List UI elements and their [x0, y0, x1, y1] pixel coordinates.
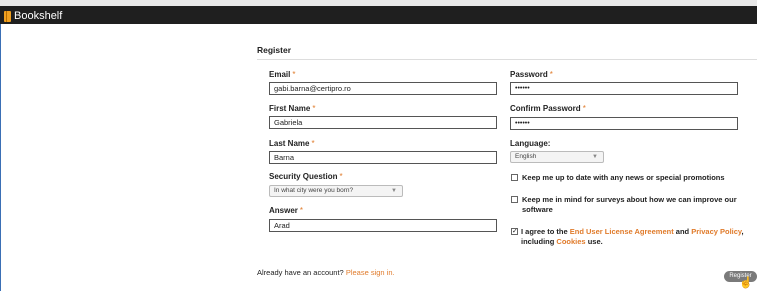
divider: [257, 59, 757, 60]
signin-prompt: Already have an account? Please sign in.: [257, 268, 395, 277]
password-label: Password *: [510, 70, 553, 79]
security-question-select[interactable]: In what city were you born? ▼: [269, 185, 403, 197]
signin-link[interactable]: Please sign in.: [346, 268, 395, 277]
hand-cursor-icon: ☝: [739, 277, 753, 289]
app-title: Bookshelf: [14, 10, 63, 22]
brand[interactable]: Bookshelf: [4, 10, 62, 22]
last-name-label: Last Name *: [269, 139, 315, 148]
confirm-password-field[interactable]: ••••••: [510, 117, 738, 130]
chevron-down-icon: ▼: [592, 154, 598, 160]
last-name-field[interactable]: Barna: [269, 151, 497, 164]
surveys-checkbox-label: Keep me in mind for surveys about how we…: [522, 195, 737, 214]
password-field[interactable]: ••••••: [510, 82, 738, 95]
language-value: English: [515, 153, 537, 160]
news-checkbox[interactable]: [511, 174, 518, 181]
agree-checkbox-label: I agree to the End User License Agreemen…: [521, 227, 744, 246]
agree-checkbox[interactable]: ✓: [511, 228, 518, 235]
eula-link[interactable]: End User License Agreement: [570, 227, 674, 236]
page-title: Register: [257, 45, 292, 55]
news-checkbox-label: Keep me up to date with any news or spec…: [522, 173, 725, 182]
privacy-policy-link[interactable]: Privacy Policy: [691, 227, 741, 236]
window-frame: [0, 0, 757, 291]
book-icon: [4, 10, 11, 22]
language-select[interactable]: English ▼: [510, 151, 604, 163]
first-name-field[interactable]: Gabriela: [269, 116, 497, 129]
answer-label: Answer *: [269, 206, 304, 215]
cookies-link[interactable]: Cookies: [556, 237, 585, 246]
security-question-value: In what city were you born?: [274, 187, 354, 194]
email-field[interactable]: gabi.barna@certipro.ro: [269, 82, 497, 95]
chevron-down-icon: ▼: [391, 188, 397, 194]
email-label: Email *: [269, 70, 296, 79]
app-header: Bookshelf: [0, 0, 757, 24]
confirm-password-label: Confirm Password *: [510, 104, 586, 113]
first-name-label: First Name *: [269, 104, 316, 113]
security-question-label: Security Question *: [269, 172, 343, 181]
answer-field[interactable]: Arad: [269, 219, 497, 232]
surveys-checkbox[interactable]: [511, 196, 518, 203]
language-label: Language:: [510, 139, 551, 148]
